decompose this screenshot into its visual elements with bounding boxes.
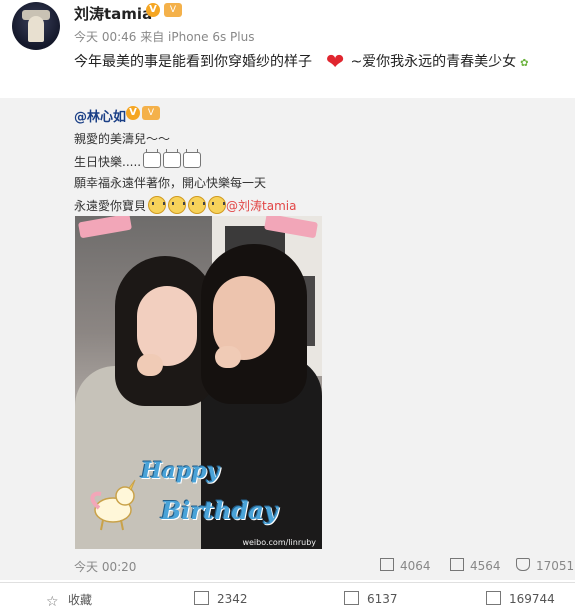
favorite-label: 收藏 — [68, 593, 93, 607]
repost-line-4-text: 永遠愛你寶貝 — [74, 199, 147, 213]
ribbon-decoration-icon — [78, 216, 132, 239]
repost-line-2-text: 生日快樂..... — [74, 155, 142, 169]
post-meta: 今天 00:46 来自 iPhone 6s Plus — [74, 30, 255, 44]
post-header: 刘涛tamia V V 今天 00:46 来自 iPhone 6s Plus 今… — [0, 0, 575, 100]
star-icon: ☆ — [46, 594, 59, 610]
repost-photo[interactable]: Happy Birthday weibo.com/linruby — [75, 216, 322, 549]
avatar[interactable] — [12, 2, 60, 50]
repost-line-3: 願幸福永遠伴著你，開心快樂每一天 — [74, 176, 267, 190]
unicorn-sticker-icon — [85, 478, 141, 532]
birthday-text: Birthday — [161, 496, 278, 525]
repost-footer: 今天 00:20 4064 4564 170511 — [0, 554, 575, 578]
smile-emoji-icon — [208, 196, 227, 214]
repost-line-2: 生日快樂..... — [74, 149, 202, 170]
like-count-value: 170511 — [536, 559, 575, 573]
repost-card[interactable]: @林心如 V V 親愛的美濤兒～～ 生日快樂..... 願幸福永遠伴著你，開心快… — [0, 98, 575, 580]
photo-hand — [215, 346, 241, 368]
happy-text: Happy — [141, 458, 220, 484]
cake-emoji-icon — [163, 149, 182, 168]
heart-emoji-icon: ❤ — [326, 50, 345, 75]
action-bar: ☆ 收藏 2342 6137 169744 — [0, 582, 575, 612]
post-text-after: ~爱你我永远的青春美少女 — [350, 54, 517, 70]
repost-button[interactable]: 2342 — [194, 591, 248, 606]
repost-icon — [194, 591, 209, 605]
like-count[interactable]: 170511 — [516, 558, 575, 573]
favorite-button[interactable]: ☆ 收藏 — [46, 591, 93, 610]
photo-hand — [137, 354, 163, 376]
like-button[interactable]: 169744 — [486, 591, 555, 606]
post-username[interactable]: 刘涛tamia — [74, 3, 152, 24]
mention-link[interactable]: @刘涛tamia — [226, 199, 296, 213]
comment-count-value: 4564 — [470, 559, 501, 573]
cake-emoji-icon — [183, 149, 202, 168]
repost-line-1: 親愛的美濤兒～～ — [74, 132, 171, 146]
like-icon — [516, 558, 530, 571]
verified-badge-icon: V — [146, 3, 160, 17]
watermark: weibo.com/linruby — [242, 538, 316, 547]
thumb-up-icon — [486, 591, 501, 605]
repost-icon — [380, 558, 394, 571]
repost-count[interactable]: 4064 — [380, 558, 431, 573]
like-button-count: 169744 — [509, 592, 555, 606]
vip-badge-icon: V — [142, 106, 160, 120]
repost-username[interactable]: @林心如 — [74, 106, 126, 125]
repost-count-value: 4064 — [400, 559, 431, 573]
smile-emoji-icon — [188, 196, 207, 214]
vip-badge-icon: V — [164, 3, 182, 17]
verified-badge-icon: V — [126, 106, 140, 120]
smile-emoji-icon — [148, 196, 167, 214]
post-text: 今年最美的事是能看到你穿婚纱的样子 ❤ ~爱你我永远的青春美少女 ✿ — [74, 50, 529, 75]
smile-emoji-icon — [168, 196, 187, 214]
comment-icon — [344, 591, 359, 605]
repost-line-4: 永遠愛你寶貝 @刘涛tamia — [74, 196, 296, 214]
post-text-before: 今年最美的事是能看到你穿婚纱的样子 — [74, 54, 312, 70]
comment-button[interactable]: 6137 — [344, 591, 398, 606]
comment-button-count: 6137 — [367, 592, 398, 606]
comment-count[interactable]: 4564 — [450, 558, 501, 573]
leaf-emoji-icon: ✿ — [520, 58, 529, 69]
cake-emoji-icon — [143, 149, 162, 168]
avatar-figure-body — [28, 16, 44, 42]
repost-time: 今天 00:20 — [74, 560, 137, 574]
repost-button-count: 2342 — [217, 592, 248, 606]
comment-icon — [450, 558, 464, 571]
